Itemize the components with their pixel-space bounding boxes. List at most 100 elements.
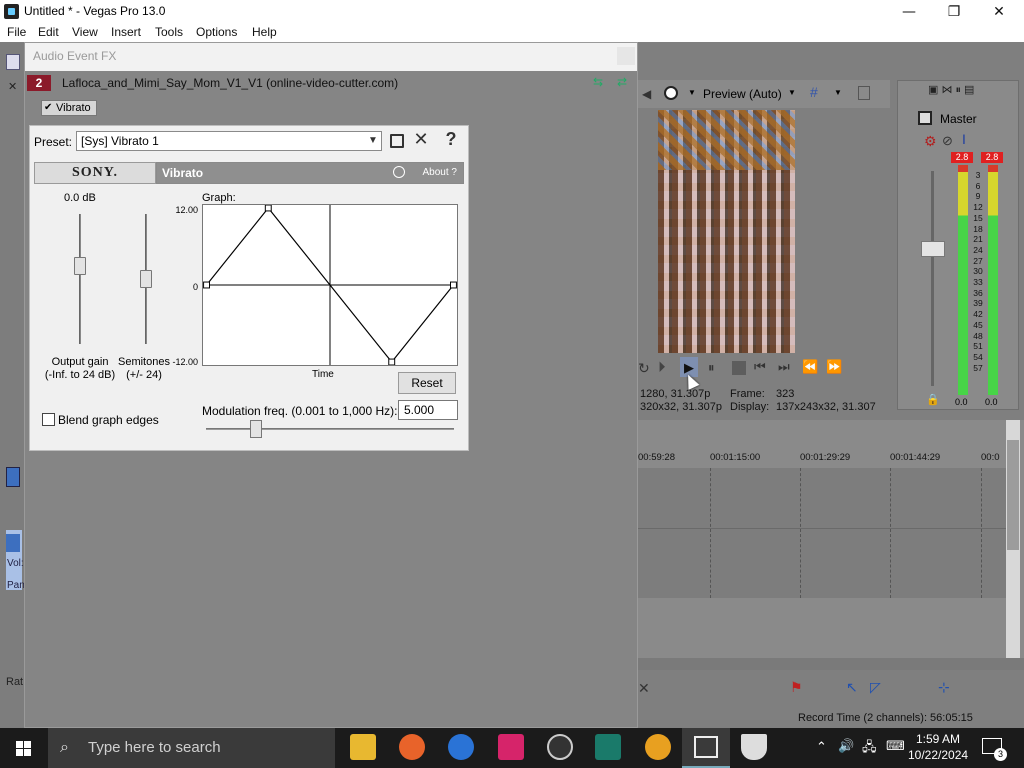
graph-curve-segment [391, 284, 454, 363]
chevron-down-icon[interactable]: ▼ [365, 132, 381, 150]
envelope-tool-icon[interactable]: ◸ [870, 679, 881, 696]
graph-label: Graph: [202, 192, 236, 204]
about-link[interactable]: About ? [423, 163, 457, 183]
master-fader[interactable] [921, 241, 945, 257]
master-fx-icon[interactable] [918, 111, 932, 125]
mixer-icon[interactable]: ▣ ⋈ ⏸ ▤ [928, 83, 974, 97]
graph-node-handle[interactable] [203, 281, 210, 289]
menu-tools[interactable]: Tools [155, 25, 183, 39]
preview-toolbar: ◀ ▼ Preview (Auto) ▼ # ▼ [638, 80, 890, 108]
stop-icon[interactable] [732, 361, 746, 375]
app-icon[interactable] [547, 734, 573, 760]
marker-icon[interactable]: ⚑ [790, 679, 803, 696]
reset-button[interactable]: Reset [398, 372, 456, 394]
snap-icon[interactable]: ⊹ [938, 679, 950, 696]
taskbar-clock[interactable]: 1:59 AM 10/22/2024 [908, 731, 968, 763]
menu-view[interactable]: View [72, 25, 98, 39]
chevron-down-icon[interactable]: ▼ [688, 88, 696, 97]
fx-window-titlebar[interactable]: Audio Event FX [25, 43, 637, 71]
minimize-button[interactable]: — [886, 0, 932, 24]
graph-node-handle[interactable] [264, 205, 272, 212]
media-app-icon[interactable] [645, 734, 671, 760]
output-gain-slider[interactable] [74, 257, 86, 275]
search-icon: ⌕ [60, 739, 69, 756]
network-icon[interactable]: 🖧 [862, 738, 877, 760]
scrollbar-thumb[interactable] [1007, 440, 1019, 550]
remove-plugin-icon[interactable]: ⇄ [617, 75, 627, 89]
next-frame-icon[interactable]: ⏩ [826, 359, 842, 375]
menu-edit[interactable]: Edit [38, 25, 59, 39]
blend-graph-edges-checkbox[interactable] [42, 413, 55, 426]
copy-frame-icon[interactable] [858, 86, 870, 100]
preview-quality-icon[interactable] [664, 86, 678, 100]
close-button[interactable]: ✕ [976, 0, 1022, 24]
chevron-down-icon[interactable]: ▼ [788, 88, 796, 97]
firefox-icon[interactable] [399, 734, 425, 760]
go-to-start-icon[interactable]: ⏮ [754, 359, 766, 375]
meter-scale-label: 33 [973, 277, 983, 288]
horizontal-scrollbar[interactable] [638, 658, 1024, 670]
lock-icon[interactable]: 🔒 [926, 393, 940, 406]
normal-edit-tool-icon[interactable]: ↖ [846, 679, 858, 696]
clock-time: 1:59 AM [915, 732, 961, 746]
back-icon[interactable]: ◀ [642, 87, 651, 101]
chevron-up-icon[interactable]: ⌃ [816, 739, 827, 755]
modulation-freq-input[interactable]: 5.000 [398, 400, 458, 420]
semitones-slider[interactable] [140, 270, 152, 288]
volume-icon[interactable]: 🔊 [838, 738, 854, 754]
preview-info: 320x32, 31.307p [640, 401, 722, 413]
track-icon[interactable] [6, 467, 20, 487]
keyboard-icon[interactable]: ⌨ [886, 738, 905, 754]
ruler-tick: 00:0 [981, 452, 1000, 463]
video-preview-frame [658, 110, 795, 353]
meter-scale-label: 6 [975, 180, 981, 191]
modulation-freq-slider[interactable] [249, 420, 262, 438]
editor-app-icon[interactable] [595, 734, 621, 760]
vegas-taskbar-button[interactable] [682, 728, 730, 768]
solo-icon[interactable]: I [962, 131, 966, 147]
new-project-icon[interactable] [6, 54, 20, 70]
preset-dropdown[interactable]: [Sys] Vibrato 1 ▼ [76, 131, 382, 151]
menu-options[interactable]: Options [196, 25, 237, 39]
play-from-start-icon[interactable]: ⏵ [658, 359, 666, 376]
chevron-down-icon[interactable]: ▼ [834, 88, 842, 97]
browser-icon[interactable] [448, 734, 474, 760]
modulation-graph[interactable] [202, 204, 458, 366]
graph-node-handle[interactable] [388, 358, 396, 365]
go-to-end-icon[interactable]: ⏭ [778, 359, 790, 375]
preview-mode-dropdown[interactable]: Preview (Auto) [703, 87, 782, 101]
security-shield-icon[interactable] [741, 734, 767, 760]
plugin-tab-vibrato[interactable]: Vibrato [41, 100, 97, 116]
delete-preset-icon[interactable]: ✕ [412, 129, 430, 151]
maximize-button[interactable]: ❐ [931, 0, 977, 24]
menu-insert[interactable]: Insert [111, 25, 141, 39]
delete-icon[interactable]: ✕ [638, 680, 650, 697]
audio-track-icon[interactable] [6, 534, 20, 552]
previous-frame-icon[interactable]: ⏪ [802, 359, 818, 375]
vendor-logo: SONY. [34, 162, 156, 184]
fx-window-close-button[interactable] [617, 47, 635, 65]
meter-scale-label: 27 [973, 255, 983, 266]
audio-event-fx-window: Audio Event FX 2 Lafloca_and_Mimi_Say_Mo… [24, 42, 638, 728]
track-lanes[interactable] [638, 468, 1006, 598]
menu-file[interactable]: File [7, 25, 26, 39]
fx-gear-icon[interactable]: ⚙ [924, 133, 937, 150]
menu-help[interactable]: Help [252, 25, 277, 39]
grid-overlay-icon[interactable]: # [810, 84, 818, 100]
meter-scale-label: 39 [973, 298, 983, 309]
taskbar-search-box[interactable]: ⌕ Type here to search [48, 728, 335, 768]
start-button[interactable] [0, 728, 48, 768]
close-pane-icon[interactable]: ✕ [8, 80, 17, 93]
mute-icon[interactable]: ⊘ [942, 133, 953, 149]
help-icon[interactable]: ? [442, 128, 460, 150]
loop-icon[interactable]: ↻ [638, 360, 650, 377]
download-app-icon[interactable] [498, 734, 524, 760]
plugin-chain-icon[interactable]: ⇆ [593, 75, 603, 89]
save-preset-icon[interactable] [390, 134, 404, 148]
vertical-scrollbar[interactable] [1006, 420, 1020, 660]
notification-count: 3 [994, 748, 1007, 761]
bypass-icon[interactable] [393, 166, 405, 178]
file-explorer-icon[interactable] [350, 734, 376, 760]
graph-node-handle[interactable] [450, 281, 457, 289]
pause-icon[interactable]: ⏸ [708, 360, 715, 376]
